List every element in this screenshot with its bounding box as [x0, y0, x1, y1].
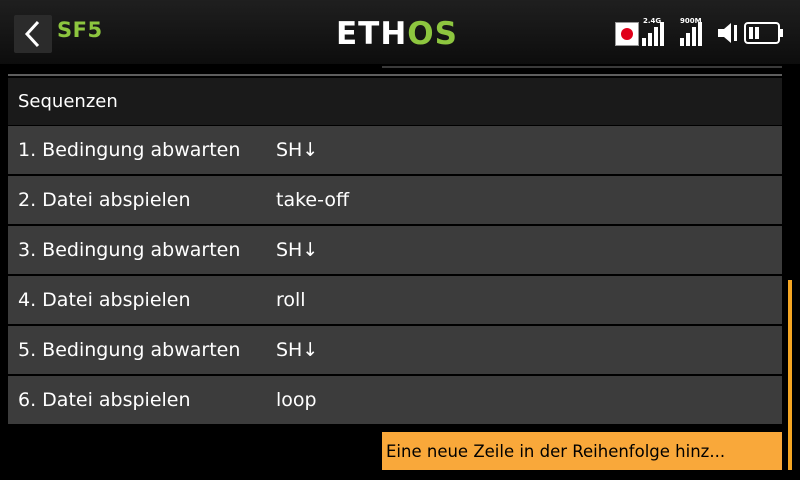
divider	[382, 66, 782, 68]
row-label: 4. Datei abspielen	[18, 289, 191, 311]
ethos-logo: ETHOS	[336, 16, 458, 52]
row-label: 5. Bedingung abwarten	[18, 339, 241, 361]
signal-icon	[680, 20, 704, 46]
row-value[interactable]: SH↓	[276, 239, 782, 261]
record-icon	[615, 22, 639, 46]
list-item[interactable]: 5. Bedingung abwarten SH↓	[8, 326, 782, 374]
row-value[interactable]: SH↓	[276, 139, 782, 161]
row-label: 3. Bedingung abwarten	[18, 239, 241, 261]
list-item[interactable]: 3. Bedingung abwarten SH↓	[8, 226, 782, 274]
divider	[8, 74, 782, 76]
sequence-list: 1. Bedingung abwarten SH↓ 2. Datei abspi…	[8, 126, 782, 426]
list-item[interactable]: 2. Datei abspielen take-off	[8, 176, 782, 224]
row-value[interactable]: take-off	[276, 189, 782, 211]
scrollbar[interactable]	[788, 280, 792, 470]
row-value[interactable]: roll	[276, 289, 782, 311]
row-value[interactable]: loop	[276, 389, 782, 411]
logo-text-2: OS	[407, 16, 458, 52]
signal-icon	[642, 20, 666, 46]
add-row-button[interactable]: Eine neue Zeile in der Reihenfolge hinz.…	[382, 432, 782, 470]
section-title: Sequenzen	[18, 91, 118, 112]
page-title: SF5	[57, 18, 103, 42]
battery-icon	[744, 22, 783, 44]
list-item[interactable]: 1. Bedingung abwarten SH↓	[8, 126, 782, 174]
list-item[interactable]: 4. Datei abspielen roll	[8, 276, 782, 324]
back-arrow-icon	[24, 20, 40, 48]
row-value[interactable]: SH↓	[276, 339, 782, 361]
top-bar: SF5 ETHOS 2.4G 900M	[0, 0, 800, 64]
back-button[interactable]	[14, 15, 52, 53]
row-label: 1. Bedingung abwarten	[18, 139, 241, 161]
row-label: 6. Datei abspielen	[18, 389, 191, 411]
row-label: 2. Datei abspielen	[18, 189, 191, 211]
section-header: Sequenzen	[8, 78, 782, 125]
speaker-icon	[718, 23, 737, 43]
list-item[interactable]: 6. Datei abspielen loop	[8, 376, 782, 424]
logo-text-1: ETH	[336, 16, 408, 52]
